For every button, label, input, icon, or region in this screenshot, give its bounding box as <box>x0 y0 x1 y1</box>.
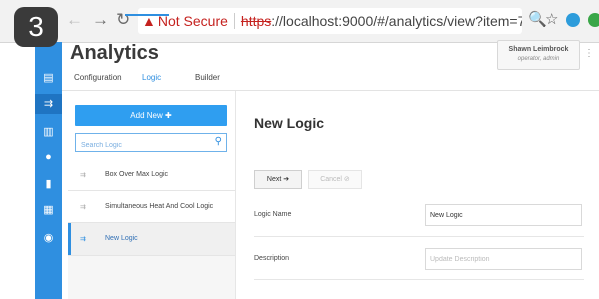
bookmark-star-icon[interactable]: ☆ <box>545 10 558 30</box>
forward-arrow-icon[interactable]: → <box>92 10 109 30</box>
next-button[interactable]: Next ➔ <box>254 170 302 189</box>
description-label: Description <box>254 255 290 262</box>
calendar-icon[interactable]: ▦ <box>35 200 62 220</box>
search-icon[interactable]: ⚲ <box>215 136 222 147</box>
page-title: Analytics <box>70 42 159 64</box>
tab-logic[interactable]: Logic <box>142 73 161 82</box>
selected-indicator <box>68 223 71 255</box>
field-divider <box>254 236 584 237</box>
cancel-button[interactable]: Cancel ⊘ <box>308 170 362 189</box>
list-item-label: Simultaneous Heat And Cool Logic <box>105 203 214 210</box>
search-input[interactable] <box>76 137 211 154</box>
user-role: operator, admin <box>517 56 560 62</box>
tab-configuration[interactable]: Configuration <box>74 73 122 82</box>
dashboard-icon[interactable]: ▤ <box>35 68 62 88</box>
active-tab-indicator <box>125 14 169 16</box>
user-name: Shawn Leimbrock <box>508 46 569 53</box>
search-logic-field: ⚲ <box>75 133 227 154</box>
logic-list: ⇉ Box Over Max Logic ⇉ Simultaneous Heat… <box>68 160 235 299</box>
logic-name-input[interactable] <box>425 204 582 226</box>
form-title: New Logic <box>254 115 325 131</box>
clipboard-icon[interactable]: ▮ <box>35 174 62 194</box>
info-icon[interactable]: ◉ <box>35 228 62 248</box>
logic-name-label: Logic Name <box>254 211 292 218</box>
more-options-icon[interactable]: ⋮ <box>584 48 594 59</box>
address-separator <box>233 13 235 29</box>
list-item[interactable]: ⇉ Box Over Max Logic <box>68 160 235 191</box>
logic-icon: ⇉ <box>80 204 86 211</box>
url-path: ://localhost:9000/#/analytics/view?item=… <box>271 13 522 29</box>
logic-icon: ⇉ <box>80 172 86 179</box>
bell-icon[interactable]: ● <box>35 147 62 167</box>
url-scheme: https <box>240 13 272 29</box>
list-item[interactable]: ⇉ Simultaneous Heat And Cool Logic <box>68 191 235 223</box>
panel-divider <box>235 91 236 299</box>
reload-icon[interactable]: ↻ <box>116 10 130 30</box>
tab-builder[interactable]: Builder <box>195 73 220 82</box>
extension-icon[interactable] <box>566 13 580 27</box>
zoom-icon[interactable]: 🔍 <box>528 10 547 30</box>
description-input[interactable] <box>425 248 582 270</box>
list-item-label: Box Over Max Logic <box>105 171 169 178</box>
step-number-badge: 3 <box>14 7 58 47</box>
back-arrow-icon[interactable]: ← <box>66 10 83 30</box>
list-item-label: New Logic <box>105 235 138 242</box>
extension-icon[interactable] <box>588 13 599 27</box>
list-item-selected[interactable]: ⇉ New Logic <box>68 223 235 256</box>
warning-triangle-icon: ▲ <box>142 13 156 29</box>
user-menu[interactable]: Shawn Leimbrock operator, admin <box>497 40 580 70</box>
field-divider <box>254 279 584 280</box>
analytics-icon[interactable]: ⇉ <box>35 94 62 114</box>
sidebar-rail: ▤ ⇉ ▥ ● ▮ ▦ ◉ <box>35 42 62 299</box>
browser-toolbar: ← → ↻ ▲ Not Secure https://localhost:9000/… <box>0 0 599 43</box>
logic-icon: ⇉ <box>80 236 86 243</box>
address-bar[interactable]: ▲ Not Secure https://localhost:9000/#/anal… <box>138 8 522 34</box>
header-divider <box>62 90 599 91</box>
chart-icon[interactable]: ▥ <box>35 122 62 142</box>
add-new-logic-button[interactable]: Add New ✚ <box>75 105 227 126</box>
